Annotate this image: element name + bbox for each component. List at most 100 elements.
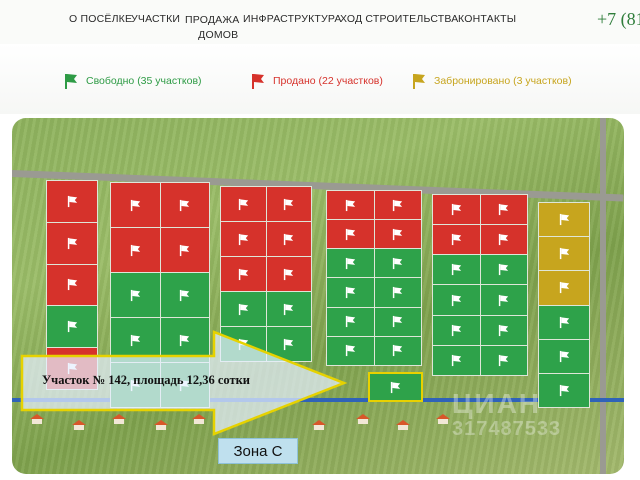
house-icon: [436, 414, 450, 424]
flag-icon: [559, 316, 569, 328]
plot-red[interactable]: [47, 181, 97, 222]
flag-icon: [238, 303, 248, 315]
flag-icon: [499, 294, 509, 306]
flag-icon: [345, 228, 355, 240]
plot-red[interactable]: [327, 220, 374, 249]
plot-green[interactable]: [327, 249, 374, 278]
nav-contacts[interactable]: КОНТАКТЫ: [458, 13, 516, 25]
top-navigation: О ПОСЁЛКЕ УЧАСТКИ ПРОДАЖА ДОМОВ ИНФРАСТР…: [0, 0, 640, 44]
flag-icon: [238, 198, 248, 210]
plot-red[interactable]: [47, 264, 97, 306]
plot-red[interactable]: [433, 195, 480, 225]
flag-icon: [393, 286, 403, 299]
flag-icon: [499, 264, 509, 276]
watermark-id: 317487533: [452, 418, 562, 440]
plot-red[interactable]: [433, 225, 480, 255]
flag-icon: [451, 264, 461, 276]
plot-red[interactable]: [221, 222, 266, 256]
plot-red[interactable]: [374, 220, 421, 249]
flag-icon: [180, 244, 190, 256]
plot-yellow[interactable]: [539, 271, 589, 305]
flag-icon: [238, 233, 248, 245]
plot-red[interactable]: [221, 187, 266, 221]
flag-icon: [451, 294, 461, 306]
nav-plots[interactable]: УЧАСТКИ: [131, 13, 180, 25]
callout-text: Участок № 142, площадь 12,36 сотки: [42, 373, 251, 387]
plot-red[interactable]: [111, 228, 160, 272]
plot-green[interactable]: [160, 273, 209, 317]
nav-construction-progress[interactable]: ХОД СТРОИТЕЛЬСТВА: [340, 13, 458, 25]
nav-infrastructure[interactable]: ИНФРАСТРУКТУРА: [243, 13, 342, 25]
plot-red[interactable]: [111, 183, 160, 227]
plot-green[interactable]: [221, 292, 266, 326]
flag-icon: [451, 234, 461, 246]
plot-red[interactable]: [374, 191, 421, 220]
plot-red[interactable]: [160, 228, 209, 272]
flag-icon: [393, 199, 403, 211]
plot-green[interactable]: [480, 345, 527, 375]
plot-green[interactable]: [266, 292, 311, 326]
flag-icon: [451, 204, 461, 216]
plot-red[interactable]: [221, 257, 266, 291]
plot-red[interactable]: [47, 222, 97, 264]
flag-icon: [345, 286, 355, 299]
flag-icon: [180, 289, 190, 301]
plot-red[interactable]: [160, 183, 209, 227]
flag-icon: [284, 233, 294, 245]
plot-yellow[interactable]: [539, 237, 589, 271]
plot-green[interactable]: [480, 285, 527, 315]
plot-green[interactable]: [480, 315, 527, 345]
flag-icon: [284, 268, 294, 280]
flag-icon: [65, 74, 77, 89]
watermark-logo: ЦИАН: [452, 388, 542, 419]
plot-green[interactable]: [327, 278, 374, 307]
plot-red[interactable]: [266, 257, 311, 291]
plot-green[interactable]: [433, 255, 480, 285]
flag-icon: [559, 350, 569, 362]
plot-green[interactable]: [480, 255, 527, 285]
flag-icon: [180, 199, 190, 211]
zone-label: Зона С: [218, 438, 298, 464]
phone-number[interactable]: +7 (812: [597, 9, 640, 30]
legend-reserved-label: Забронировано (3 участков): [434, 75, 572, 87]
house-icon: [356, 414, 370, 424]
flag-icon: [67, 279, 77, 291]
plot-green[interactable]: [539, 305, 589, 339]
flag-icon: [284, 303, 294, 315]
plot-green[interactable]: [374, 278, 421, 307]
plot-red[interactable]: [327, 191, 374, 220]
flag-icon: [499, 354, 509, 366]
nav-house-sales[interactable]: ПРОДАЖА ДОМОВ: [185, 13, 239, 43]
plot-green[interactable]: [433, 345, 480, 375]
flag-icon: [451, 354, 461, 366]
plot-block: [432, 194, 528, 376]
plot-yellow[interactable]: [539, 203, 589, 237]
plot-green[interactable]: [111, 273, 160, 317]
road-right: [600, 118, 606, 474]
plot-green[interactable]: [539, 339, 589, 373]
flag-icon: [413, 74, 425, 89]
flag-icon: [499, 234, 509, 246]
plot-red[interactable]: [480, 195, 527, 225]
site-plan-map[interactable]: Участок № 142, площадь 12,36 сотки ЦИАН …: [12, 118, 624, 474]
house-icon: [396, 420, 410, 430]
plot-green[interactable]: [374, 249, 421, 278]
plot-green[interactable]: [433, 315, 480, 345]
plot-green[interactable]: [374, 307, 421, 336]
plot-green[interactable]: [539, 373, 589, 407]
nav-about[interactable]: О ПОСЁЛКЕ: [69, 13, 132, 25]
flag-icon: [393, 257, 403, 269]
selected-plot[interactable]: [368, 372, 423, 402]
flag-icon: [499, 324, 509, 336]
legend-free-label: Свободно (35 участков): [86, 75, 202, 87]
plot-red[interactable]: [266, 187, 311, 221]
flag-icon: [67, 237, 77, 249]
flag-icon: [393, 345, 403, 357]
plot-red[interactable]: [480, 225, 527, 255]
flag-icon: [238, 268, 248, 280]
plot-red[interactable]: [266, 222, 311, 256]
plot-green[interactable]: [433, 285, 480, 315]
plot-green[interactable]: [374, 336, 421, 365]
nav-sales-label: ПРОДАЖА: [185, 14, 240, 26]
flag-icon: [393, 228, 403, 240]
